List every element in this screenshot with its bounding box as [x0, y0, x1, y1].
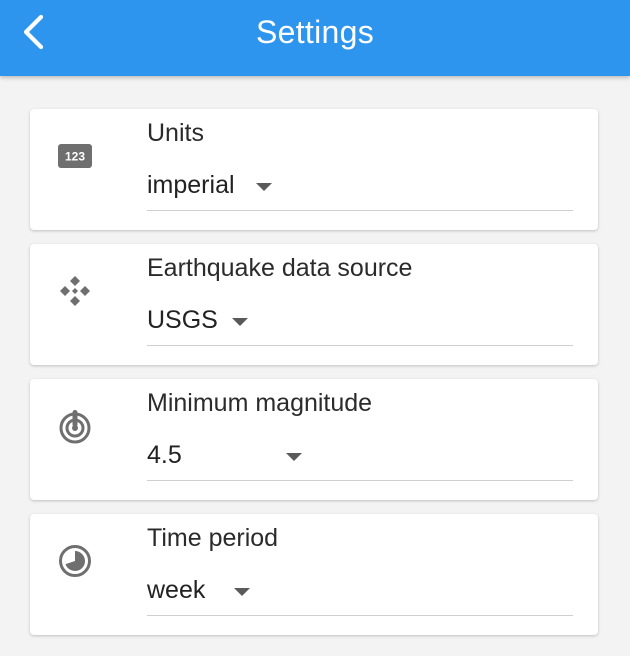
setting-label-data-source: Earthquake data source [147, 254, 413, 282]
setting-card-units: 123 Units imperial [30, 109, 598, 230]
caret-down-icon [232, 318, 248, 326]
setting-card-min-magnitude: Minimum magnitude 4.5 [30, 379, 598, 500]
setting-label-time-period: Time period [147, 524, 279, 552]
data-source-select[interactable]: USGS [147, 300, 257, 346]
time-period-select[interactable]: week [147, 570, 267, 616]
seismic-target-icon [56, 407, 94, 445]
caret-down-icon [234, 588, 250, 596]
setting-label-min-magnitude: Minimum magnitude [147, 389, 373, 417]
units-select-value: imperial [147, 171, 235, 199]
setting-card-time-period: Time period week [30, 514, 598, 635]
time-period-select-underline [147, 615, 573, 616]
setting-card-data-source: Earthquake data source USGS [30, 244, 598, 365]
min-magnitude-select-value: 4.5 [147, 441, 182, 469]
caret-down-icon [286, 453, 302, 461]
min-magnitude-select[interactable]: 4.5 [147, 435, 312, 481]
page-title: Settings [255, 14, 375, 50]
data-source-select-underline [147, 345, 573, 346]
units-select[interactable]: imperial [147, 165, 277, 211]
app-bar: Settings [0, 0, 630, 76]
min-magnitude-select-underline [147, 480, 573, 481]
setting-label-units: Units [147, 119, 204, 147]
svg-text:123: 123 [65, 150, 85, 164]
data-source-select-value: USGS [147, 306, 218, 334]
data-source-icon [56, 272, 94, 310]
units-select-underline [147, 210, 573, 211]
numeric-123-icon: 123 [56, 137, 94, 175]
caret-down-icon [256, 183, 272, 191]
time-period-select-value: week [147, 576, 206, 604]
clock-pie-icon [56, 542, 94, 580]
